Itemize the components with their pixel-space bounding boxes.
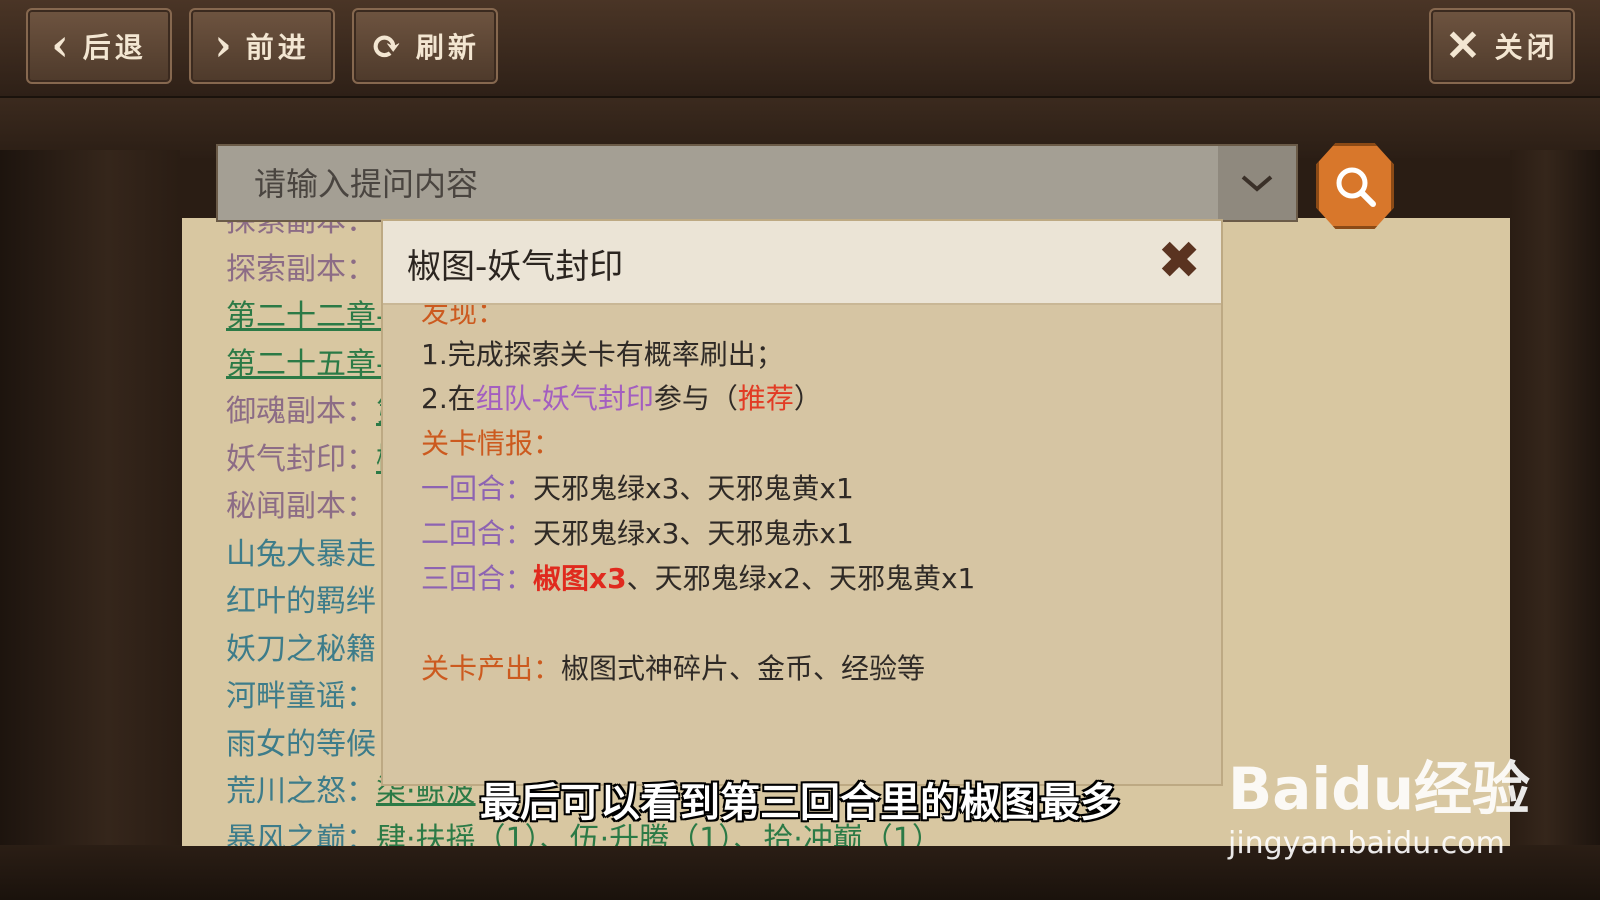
back-button[interactable]: ‹ 后退	[26, 8, 172, 84]
round-label: 三回合：	[421, 562, 534, 595]
close-label: 关闭	[1494, 31, 1559, 64]
stage-info-label: 关卡情报：	[421, 427, 562, 460]
round-text: 天邪鬼绿x3、天邪鬼赤x1	[533, 517, 854, 550]
refresh-button[interactable]: ⟳ 刷新	[352, 8, 498, 84]
chevron-right-icon: ›	[214, 20, 236, 71]
list-item-label: 雨女的等候：	[226, 726, 406, 762]
list-item-label: 秘闻副本：	[226, 489, 376, 524]
recommend-tag: 推荐	[737, 382, 794, 415]
line2-mid: 参与（	[653, 382, 738, 415]
list-item-label: 山兔大暴走：	[226, 536, 406, 572]
popup-title: 椒图-妖气封印	[407, 247, 624, 287]
watermark-url: jingyan.baidu.com	[1228, 826, 1505, 861]
round-label: 二回合：	[421, 517, 534, 550]
close-icon: ✕	[1445, 21, 1485, 70]
search-bar	[216, 144, 1298, 222]
round-3: 三回合：椒图x3、天邪鬼绿x2、天邪鬼黄x1	[421, 557, 975, 597]
dropdown-button[interactable]	[1218, 146, 1296, 220]
round-label: 一回合：	[421, 472, 534, 505]
round-text: 天邪鬼绿x3、天邪鬼黄x1	[533, 472, 854, 505]
list-item-label: 红叶的羁绊：	[226, 584, 406, 619]
close-button[interactable]: ✕ 关闭	[1429, 8, 1575, 84]
popup-header: 椒图-妖气封印 ✖	[383, 221, 1221, 305]
team-seal-link[interactable]: 组队-妖气封印	[476, 382, 654, 415]
back-label: 后退	[82, 31, 147, 64]
baidu-watermark: Baidu经验 jingyan.baidu.com	[1228, 718, 1548, 868]
refresh-icon: ⟳	[370, 23, 406, 68]
line2-prefix: 2.在	[421, 382, 476, 415]
search-input[interactable]	[218, 146, 1236, 222]
watermark-logo: Baidu经验	[1228, 755, 1531, 823]
chevron-down-icon	[1241, 175, 1273, 192]
line2-end: ）	[793, 382, 822, 415]
discover-line-1: 1.完成探索关卡有概率刷出；	[421, 338, 784, 371]
list-item-label: 御魂副本：	[226, 394, 376, 429]
refresh-label: 刷新	[415, 31, 480, 64]
popup-close-icon[interactable]: ✖	[1157, 231, 1201, 291]
round-highlight: 椒图x3	[533, 562, 627, 595]
round-2: 二回合：天邪鬼绿x3、天邪鬼赤x1	[421, 512, 854, 552]
forward-button[interactable]: › 前进	[189, 8, 335, 84]
round-1: 一回合：天邪鬼绿x3、天邪鬼黄x1	[421, 467, 854, 507]
round-text: 、天邪鬼绿x2、天邪鬼黄x1	[626, 562, 976, 595]
stage-output: 关卡产出：椒图式神碎片、金币、经验等	[421, 647, 925, 687]
search-icon	[1336, 167, 1376, 207]
output-text: 椒图式神碎片、金币、经验等	[561, 652, 926, 685]
list-item-label: 探索副本：	[226, 251, 376, 287]
search-button[interactable]	[1316, 143, 1394, 229]
discover-line-2: 2.在组队-妖气封印参与（推荐）	[421, 377, 822, 417]
list-item-label: 河畔童谣：	[226, 679, 376, 714]
chevron-left-icon: ‹	[51, 20, 73, 71]
top-toolbar: ‹ 后退 › 前进 ⟳ 刷新 ✕ 关闭	[0, 0, 1600, 99]
forward-label: 前进	[245, 31, 310, 64]
output-label: 关卡产出：	[421, 652, 562, 685]
list-item-link[interactable]: 第二十二章-	[226, 299, 387, 334]
list-item-label: 妖刀之秘籍：	[226, 631, 406, 667]
list-item-label: 妖气封印：	[226, 441, 376, 477]
info-popup: 发现： 1.完成探索关卡有概率刷出； 2.在组队-妖气封印参与（推荐） 关卡情报…	[381, 219, 1223, 786]
list-item-link[interactable]: 第二十五章-	[226, 347, 387, 382]
